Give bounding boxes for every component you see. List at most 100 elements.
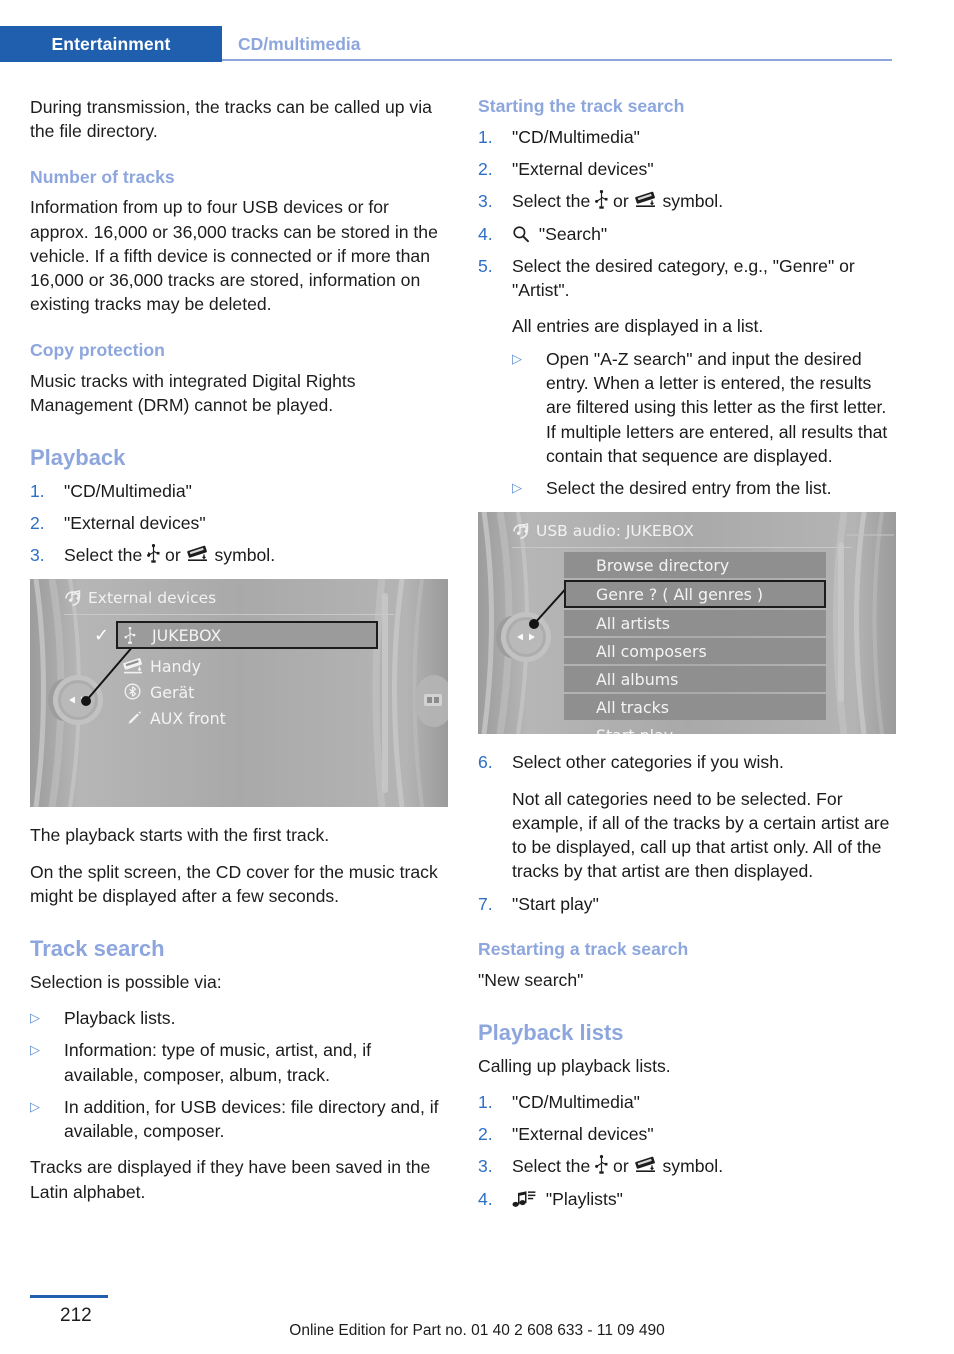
starting-track-search-steps: 1. "CD/Multimedia" 2. "External devices"…	[478, 125, 896, 303]
list-item[interactable]: Start play	[564, 722, 826, 735]
heading-number-of-tracks: Number of tracks	[30, 166, 175, 187]
step6-note: Not all categories need to be selected. …	[512, 788, 890, 882]
step-text: "External devices"	[64, 512, 206, 533]
step-number: 5.	[478, 255, 493, 276]
screenshot-title: USB audio: JUKEBOX	[536, 522, 694, 541]
aux-plug-icon	[125, 709, 143, 731]
step-number: 7.	[478, 893, 493, 914]
idrive-screenshot-external-devices: External devices ✓ JUKEBOX Handy Gerät A…	[30, 579, 448, 808]
list-item: ▷ Select the desired entry from the list…	[512, 476, 896, 500]
list-item-label: AUX front	[150, 708, 226, 728]
idrive-screenshot-usb-audio: USB audio: JUKEBOX Browse directory Genr…	[478, 512, 896, 735]
list-item-label: Start play	[596, 726, 673, 735]
number-of-tracks-body: Information from up to four USB devices …	[30, 197, 438, 315]
step-item: 7. "Start play"	[478, 892, 896, 916]
step-text: "Search"	[538, 223, 608, 244]
step-text: "External devices"	[512, 1124, 654, 1145]
list-item-label: All composers	[596, 641, 707, 661]
triangle-bullet-icon: ▷	[30, 1009, 40, 1025]
track-search-bullets: ▷ Playback lists. ▷ Information: type of…	[30, 1006, 448, 1143]
step-text-mid: or	[613, 191, 629, 212]
step-item: 1. "CD/Multimedia"	[478, 1090, 896, 1114]
breadcrumb-cd-multimedia[interactable]: CD/multimedia	[238, 26, 361, 62]
step-item: 3. Select the or symbol.	[478, 189, 896, 213]
list-item[interactable]: All artists	[564, 610, 826, 637]
list-item-label: JUKEBOX	[152, 625, 222, 645]
step-number: 1.	[478, 1091, 493, 1112]
list-item[interactable]: All tracks	[564, 694, 826, 721]
step-item: 2. "External devices"	[30, 511, 448, 535]
track-search-outro: Tracks are displayed if they have been s…	[30, 1157, 431, 1202]
step-number: 1.	[30, 480, 45, 501]
left-column: During transmission, the tracks can be c…	[30, 95, 448, 1216]
step-item: 4. "Playlists"	[478, 1187, 896, 1211]
tab-entertainment[interactable]: Entertainment	[0, 26, 222, 62]
check-icon: ✓	[94, 625, 110, 647]
list-item-label: Genre ? ( All genres )	[596, 584, 764, 604]
list-item[interactable]: AUX front	[116, 705, 378, 731]
intro-paragraph: During transmission, the tracks can be c…	[30, 97, 432, 142]
step-text-mid: or	[165, 545, 181, 566]
list-item-label: All artists	[596, 613, 671, 633]
list-item-label: All albums	[596, 669, 679, 689]
step-text-mid: or	[613, 1156, 629, 1177]
screenshot-item-list: Browse directory Genre ? ( All genres ) …	[564, 552, 826, 734]
step-item: 3. Select the or symbol.	[478, 1154, 896, 1178]
list-item[interactable]: Handy	[116, 653, 378, 679]
step-text: "CD/Multimedia"	[512, 1091, 640, 1112]
all-entries-note: All entries are displayed in a list.	[512, 316, 764, 337]
list-item[interactable]: ✓ JUKEBOX	[94, 621, 378, 650]
starting-track-search-steps-after: 6. Select other categories if you wish.	[478, 750, 896, 774]
playback-after-2: On the split screen, the CD cover for th…	[30, 861, 438, 906]
step-number: 2.	[30, 512, 45, 533]
list-item[interactable]: All albums	[564, 666, 826, 693]
list-item[interactable]: Gerät	[116, 679, 378, 705]
list-item[interactable]: All composers	[564, 638, 826, 665]
triangle-bullet-icon: ▷	[30, 1098, 40, 1114]
list-item-label: Gerät	[150, 682, 195, 702]
playback-lists-body: Calling up playback lists.	[478, 1055, 671, 1076]
track-search-intro: Selection is possible via:	[30, 971, 222, 992]
bullet-text: In addition, for USB devices: file direc…	[64, 1096, 439, 1142]
playback-after-1: The playback starts with the first track…	[30, 825, 330, 846]
list-item[interactable]: Browse directory	[564, 552, 826, 579]
step-number: 3.	[478, 1156, 493, 1177]
triangle-bullet-icon: ▷	[512, 350, 522, 366]
list-item-selected[interactable]: Genre ? ( All genres )	[564, 580, 826, 609]
step-item: 3. Select the or symbol.	[30, 543, 448, 567]
screenshot-title-divider	[512, 547, 852, 549]
triangle-bullet-icon: ▷	[30, 1042, 40, 1058]
media-device-icon	[634, 190, 658, 209]
media-device-icon	[122, 656, 146, 680]
step-text: "CD/Multimedia"	[64, 480, 192, 501]
list-item: ▷ Open "A-Z search" and input the desire…	[512, 347, 896, 468]
step-number: 6.	[478, 752, 493, 773]
media-device-icon	[634, 1155, 658, 1174]
heading-copy-protection: Copy protection	[30, 339, 165, 360]
heading-track-search: Track search	[30, 936, 165, 962]
step-number: 4.	[478, 1188, 493, 1209]
step-item: 6. Select other categories if you wish.	[478, 750, 896, 774]
usb-icon	[595, 1155, 608, 1175]
header-divider	[222, 59, 892, 61]
screenshot-title: External devices	[88, 589, 217, 608]
step-number: 2.	[478, 159, 493, 180]
list-item-label: Handy	[150, 656, 201, 676]
step-number: 4.	[478, 223, 493, 244]
step-item: 2. "External devices"	[478, 157, 896, 181]
bullet-text: Playback lists.	[64, 1007, 176, 1028]
step-text: "Start play"	[512, 893, 599, 914]
step-item: 1. "CD/Multimedia"	[30, 479, 448, 503]
playback-lists-steps: 1. "CD/Multimedia" 2. "External devices"…	[478, 1090, 896, 1211]
bluetooth-icon	[124, 683, 141, 704]
step-number: 1.	[478, 126, 493, 147]
heading-starting-track-search: Starting the track search	[478, 96, 685, 116]
bullet-text: Open "A-Z search" and input the desired …	[546, 348, 888, 466]
step-text: "CD/Multimedia"	[512, 126, 640, 147]
track-search-sub-bullets: ▷ Open "A-Z search" and input the desire…	[512, 347, 896, 501]
list-item: ▷ Information: type of music, artist, an…	[30, 1038, 448, 1087]
step-item: 1. "CD/Multimedia"	[478, 125, 896, 149]
copy-protection-body: Music tracks with integrated Digital Rig…	[30, 370, 356, 415]
step-text: Select the	[512, 1156, 591, 1177]
step-text: Select the	[64, 545, 143, 566]
